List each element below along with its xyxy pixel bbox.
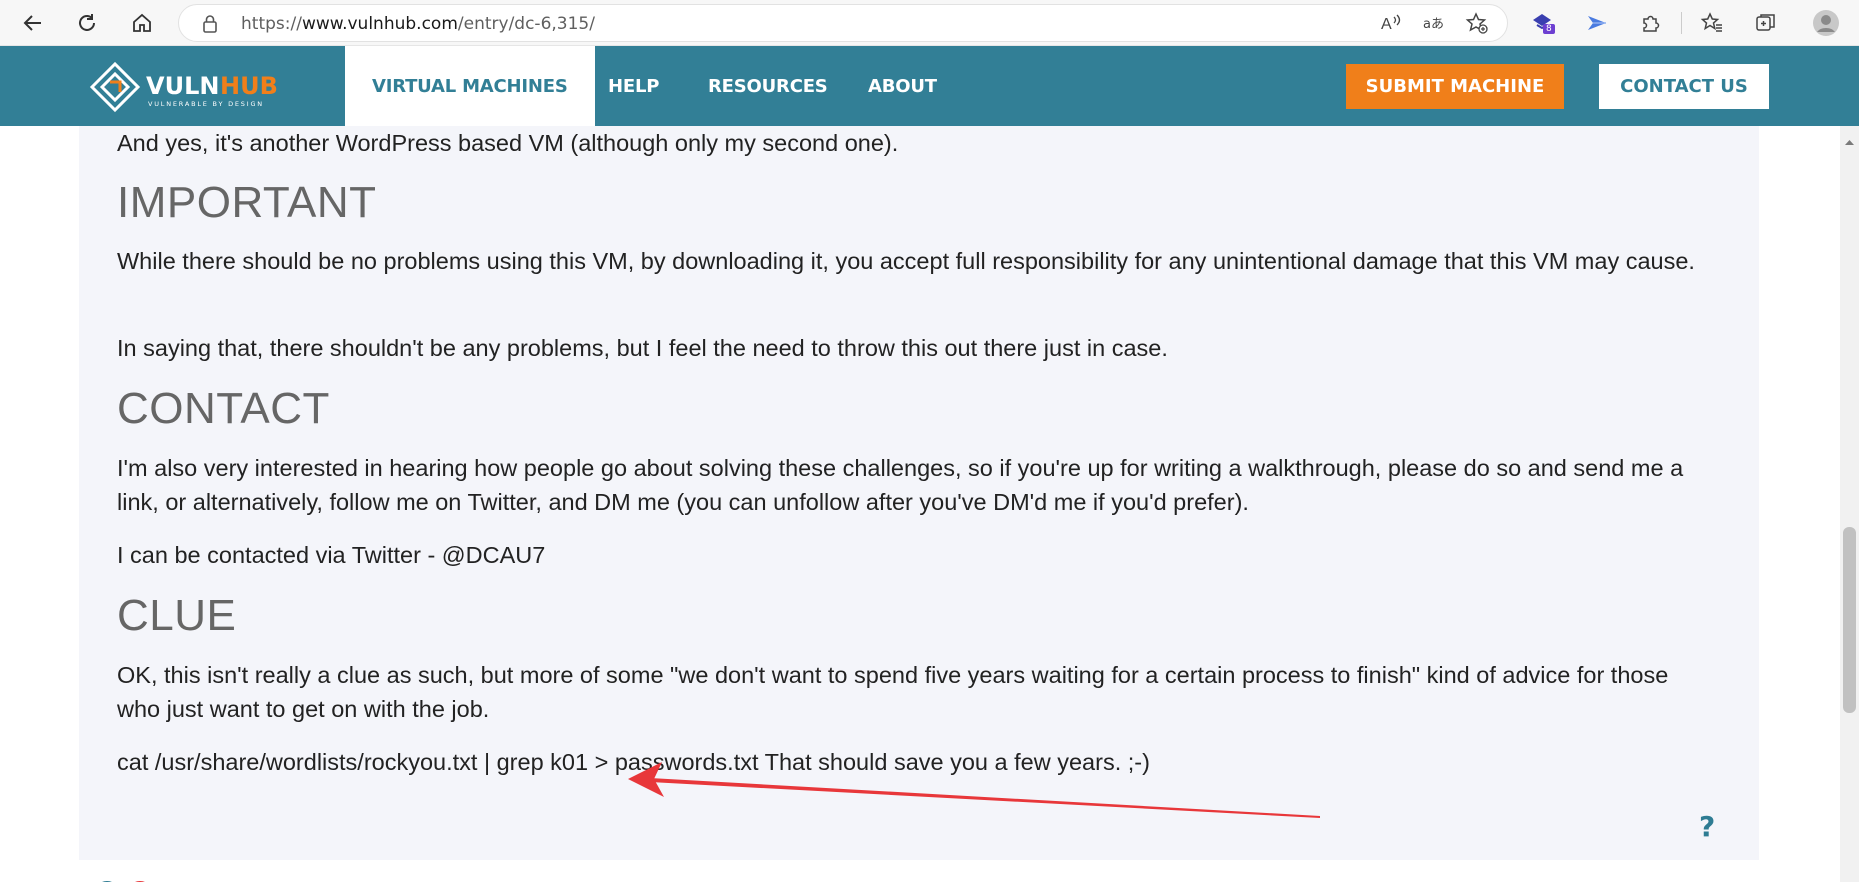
social-icons-partial bbox=[92, 874, 162, 882]
scroll-up-icon[interactable] bbox=[1843, 132, 1856, 145]
scrollbar-track[interactable] bbox=[1840, 126, 1859, 882]
scrollbar-thumb[interactable] bbox=[1843, 527, 1856, 713]
help-icon[interactable]: ? bbox=[1699, 810, 1721, 843]
annotation-arrow bbox=[628, 762, 1320, 818]
